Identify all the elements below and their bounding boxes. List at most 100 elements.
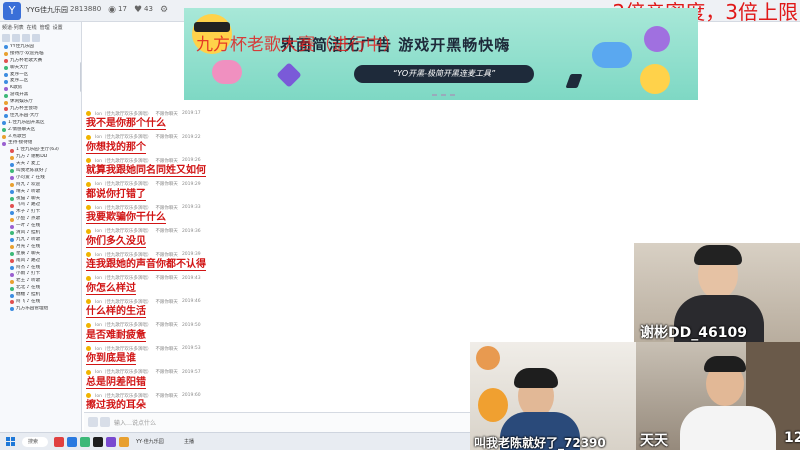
sidebar-item[interactable]: 老王 ♪ 听歌 [0, 278, 81, 285]
sidebar-item[interactable]: 阿飞 ♪ 在线 [0, 299, 81, 306]
sidebar-item[interactable]: 1 佳九乐园·主厅(63) [0, 147, 81, 154]
chat-message: 什么样的生活 [84, 305, 634, 322]
sidebar-item[interactable]: 清风 ♪ 挂机 [0, 230, 81, 237]
sidebar-item[interactable]: 夜猫 ♪ 聊天 [0, 196, 81, 203]
message-sender[interactable]: Ion（佳九歌厅欢乐多演唱） [95, 322, 151, 328]
tool-icon[interactable] [32, 34, 40, 42]
sidebar-item[interactable]: K歌房 [0, 85, 81, 92]
sidebar-item[interactable]: 北北 ♪ 在线 [0, 285, 81, 292]
chat-message: 我要欺骗你干什么 [84, 211, 634, 228]
emoji-button-icon[interactable] [88, 417, 98, 427]
message-meta: Ion（佳九歌厅欢乐多演唱） 不跟你聊天 2019:36 [84, 228, 634, 235]
sidebar-item[interactable]: 接待厅·欢迎光临 [0, 51, 81, 58]
sidebar-item[interactable]: 九方乐园管理组 [0, 306, 81, 313]
chat-message: 连我跟她的声音你都不认得 [84, 258, 634, 275]
sidebar-item[interactable]: YY佳九乐园 [0, 44, 81, 51]
sidebar-item[interactable]: 小可爱 ♪ 在线 [0, 175, 81, 182]
banner-pager[interactable] [432, 94, 455, 96]
message-sender[interactable]: Ion（佳九歌厅欢乐多演唱） [95, 346, 151, 352]
message-sender[interactable]: Ion（佳九歌厅欢乐多演唱） [95, 228, 151, 234]
sidebar-item[interactable]: 天天 ♪ 麦上 [0, 161, 81, 168]
message-sender[interactable]: Ion（佳九歌厅欢乐多演唱） [95, 158, 151, 164]
camera-feed-2[interactable]: 叫我老陈就好了_72390 [470, 342, 664, 450]
taskbar-app-icon[interactable] [93, 437, 103, 447]
sidebar-tab[interactable]: 设置 [53, 24, 63, 32]
windows-start-icon[interactable] [6, 437, 16, 447]
sidebar-item[interactable]: 2.情感聊天区 [0, 127, 81, 134]
sidebar-item-label: 糖糖 ♪ 挂机 [16, 292, 41, 298]
message-time: 2019:50 [181, 322, 201, 328]
sidebar-item[interactable]: 休闲娱乐厅 [0, 99, 81, 106]
sidebar-item[interactable]: 晴天 ♪ 听歌 [0, 189, 81, 196]
tool-icon[interactable] [22, 34, 30, 42]
message-sender[interactable]: Ion（佳九歌厅欢乐多演唱） [95, 393, 151, 399]
message-tag: 不跟你聊天 [155, 111, 178, 117]
message-time: 2019:53 [181, 346, 201, 351]
sidebar-item[interactable]: 木子 ♪ 打卡 [0, 209, 81, 216]
chat-input[interactable]: 输入…说点什么 [114, 418, 156, 427]
sidebar-item[interactable]: 叫我老陈就好了 [0, 168, 81, 175]
status-dot-icon [4, 45, 8, 50]
sidebar-item[interactable]: 九九 ♪ 听歌 [0, 237, 81, 244]
message-tag: 不跟你聊天 [155, 205, 178, 211]
sidebar-item-label: 南风 ♪ 路过 [16, 257, 41, 263]
sidebar-item[interactable]: 游戏开黑 [0, 92, 81, 99]
image-button-icon[interactable] [100, 417, 110, 427]
vip-badge-icon [86, 205, 91, 210]
sidebar-item[interactable]: 佳九乐园·大厅 [0, 113, 81, 120]
vip-badge-icon [86, 181, 91, 187]
tool-icon[interactable] [12, 34, 20, 42]
sidebar-item[interactable]: 南风 ♪ 路过 [0, 258, 81, 265]
sidebar-item[interactable]: 九方杯老歌大赛 [0, 58, 81, 65]
message-sender[interactable]: Ion（佳九歌厅欢乐多演唱） [95, 299, 151, 305]
sidebar-item[interactable]: 月光 ♪ 在线 [0, 244, 81, 251]
sidebar-item[interactable]: 星辰 ♪ 聊天 [0, 251, 81, 258]
sidebar-item[interactable]: 麦序二区 [0, 78, 81, 85]
sidebar-item[interactable]: 主持·接待组 [0, 140, 81, 147]
sidebar-item[interactable]: 一叶 ♪ 在线 [0, 223, 81, 230]
fans-icon: ♥ [133, 5, 143, 15]
sidebar-item[interactable]: 飞鸟 ♪ 路过 [0, 202, 81, 209]
sidebar-item[interactable]: 1.佳九乐园开黑区 [0, 120, 81, 127]
message-sender[interactable]: Ion（佳九歌厅欢乐多演唱） [95, 181, 151, 187]
taskbar-label-host[interactable]: 主播 [184, 438, 194, 445]
sidebar-item[interactable]: 阿杰 ♪ 在线 [0, 265, 81, 272]
message-sender[interactable]: Ion（佳九歌厅欢乐多演唱） [95, 205, 151, 211]
sidebar-item[interactable]: 小鱼 ♪ 点歌 [0, 216, 81, 223]
app-logo-icon[interactable]: Y [3, 2, 21, 20]
sidebar-tab[interactable]: 频道·列表 [2, 24, 24, 32]
camera-feed-1[interactable]: 谢彬DD_46109 [634, 243, 800, 343]
taskbar-app-icon[interactable] [119, 437, 129, 447]
sidebar-scrollbar[interactable] [80, 62, 81, 92]
taskbar-app-icon[interactable] [106, 437, 116, 447]
sidebar-item[interactable]: 聊天大厅 [0, 65, 81, 72]
sidebar-tab[interactable]: 管理 [40, 24, 50, 32]
taskbar-search[interactable]: 搜索 [22, 437, 48, 447]
message-sender[interactable]: Ion（佳九歌厅欢乐多演唱） [95, 134, 151, 140]
settings-icon[interactable]: ⚙ [158, 4, 170, 16]
sidebar-item[interactable]: 九方 ♪ 谢彬DD [0, 154, 81, 161]
message-sender[interactable]: Ion（佳九歌厅欢乐多演唱） [95, 369, 151, 375]
camera-feed-3[interactable]: 天天 12 [636, 342, 800, 450]
sidebar-item-label: 小可爱 ♪ 在线 [16, 174, 45, 180]
sidebar-item[interactable]: 阿九 ♪ 欢迎 [0, 182, 81, 189]
sidebar-tab[interactable]: 在线 [27, 24, 37, 32]
sidebar-item[interactable]: 糖糖 ♪ 挂机 [0, 292, 81, 299]
taskbar-app-icon[interactable] [54, 437, 64, 447]
message-meta: Ion（佳九歌厅欢乐多演唱） 不跟你聊天 2019:43 [84, 275, 634, 282]
message-sender[interactable]: Ion（佳九歌厅欢乐多演唱） [95, 252, 151, 258]
tool-icon[interactable] [2, 34, 10, 42]
taskbar-label-yy[interactable]: YY·佳九乐园 [136, 438, 164, 445]
sidebar-item[interactable]: 小雨 ♪ 打卡 [0, 271, 81, 278]
message-sender[interactable]: Ion（佳九歌厅欢乐多演唱） [95, 275, 151, 281]
taskbar-app-icon[interactable] [80, 437, 90, 447]
sidebar-item[interactable]: 麦序一区 [0, 72, 81, 79]
message-text: 你想找的那个 [86, 141, 146, 154]
message-sender[interactable]: Ion（佳九歌厅欢乐多演唱） [95, 111, 151, 117]
camera-1-label: 谢彬DD_46109 [640, 325, 747, 341]
sidebar-item[interactable]: 九方杯主会场 [0, 106, 81, 113]
taskbar-app-icon[interactable] [67, 437, 77, 447]
message-time: 2019:29 [181, 181, 201, 187]
sidebar-item[interactable]: 3.点歌台 [0, 134, 81, 141]
message-text: 我不是你那个什么 [86, 118, 166, 130]
